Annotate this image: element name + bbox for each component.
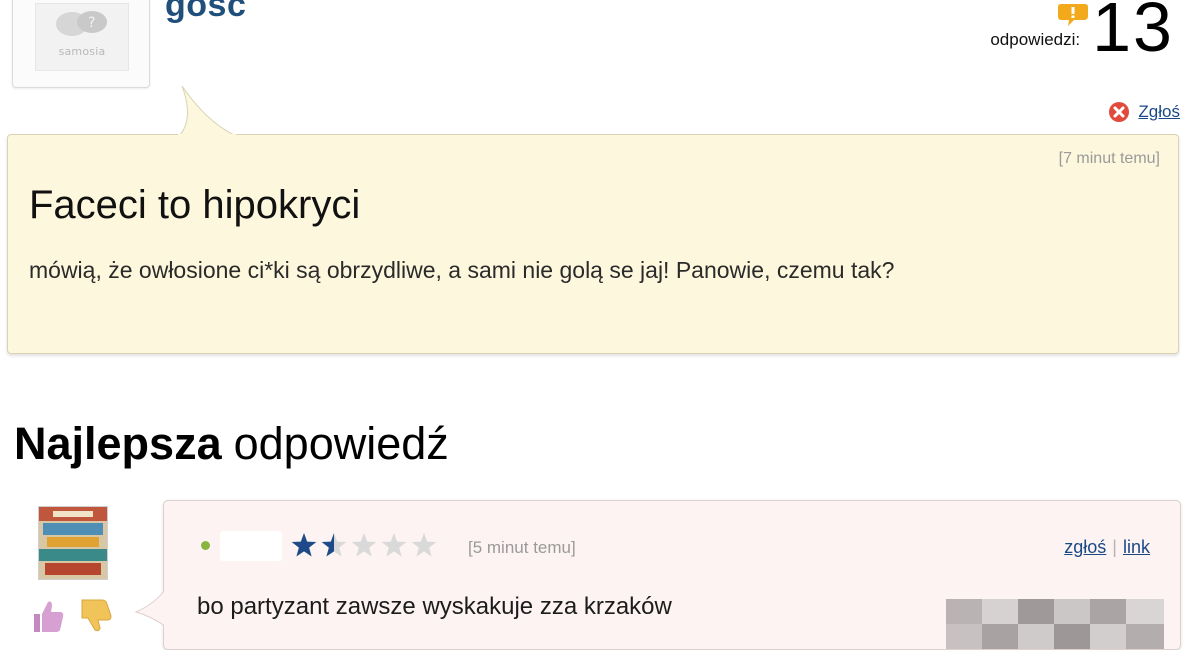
- answer-author-avatar[interactable]: [38, 506, 108, 580]
- best-answer-heading: Najlepsza odpowiedź: [14, 418, 449, 470]
- best-answer-bubble: [5 minut temu] zgłoś | link bo partyzant z…: [163, 500, 1181, 650]
- rating-stars: [291, 533, 437, 557]
- avatar-image: [39, 507, 107, 579]
- samosia-logo: ? samosia: [35, 3, 129, 71]
- question-bubble: [7 minut temu] Faceci to hipokryci mówią…: [7, 134, 1179, 354]
- online-status-dot: [201, 541, 210, 550]
- answers-count: 13: [1092, 0, 1174, 66]
- star-icon: [351, 533, 377, 557]
- star-icon: [291, 533, 317, 557]
- question-bubble-tail: [178, 86, 236, 136]
- star-icon: [381, 533, 407, 557]
- answer-actions: zgłoś | link: [1064, 537, 1150, 558]
- question-author-name[interactable]: gosc: [165, 0, 246, 25]
- best-answer-heading-rest: odpowiedź: [233, 418, 449, 469]
- star-icon: [321, 533, 347, 557]
- question-author-avatar[interactable]: ? samosia: [12, 0, 150, 88]
- actions-separator: |: [1112, 537, 1117, 557]
- thumb-up-icon[interactable]: [30, 598, 64, 632]
- best-answer-heading-strong: Najlepsza: [14, 418, 222, 469]
- report-question-label: Zgłoś: [1138, 102, 1180, 121]
- question-timestamp: [7 minut temu]: [1058, 150, 1160, 167]
- answer-timestamp: [5 minut temu]: [468, 538, 576, 557]
- report-answer-link[interactable]: zgłoś: [1064, 537, 1106, 557]
- speech-bubbles-icon: ?: [56, 11, 107, 36]
- answer-permalink[interactable]: link: [1123, 537, 1150, 557]
- answer-text: bo partyzant zawsze wyskakuje zza krzakó…: [197, 593, 672, 620]
- svg-text:?: ?: [88, 15, 95, 31]
- logo-text: samosia: [58, 45, 106, 58]
- star-icon: [411, 533, 437, 557]
- answer-bubble-tail: [134, 586, 166, 630]
- pixelated-image: [946, 599, 1164, 649]
- thumb-down-icon[interactable]: [76, 598, 112, 632]
- answer-author-name-hidden: [220, 531, 282, 561]
- answers-label: odpowiedzi:: [990, 30, 1081, 49]
- close-circle-icon: [1109, 102, 1130, 122]
- report-question-button[interactable]: Zgłoś: [1108, 101, 1180, 123]
- question-title: Faceci to hipokryci: [29, 183, 361, 227]
- answers-counter: odpowiedzi: 13: [990, 0, 1174, 62]
- question-body: mówią, że owłosione ci*ki są obrzydliwe,…: [29, 257, 895, 283]
